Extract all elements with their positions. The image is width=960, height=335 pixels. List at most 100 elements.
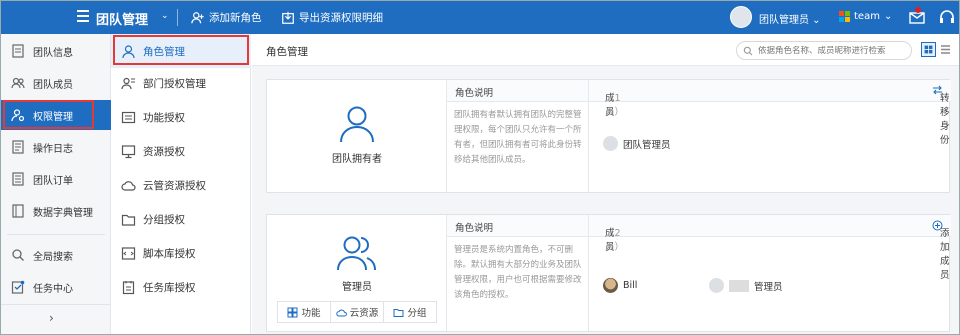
left-sidebar: 团队信息 团队成员 权限管理 操作日志 团队订单 数据字典管理 全局搜索 任务中… — [1, 34, 111, 334]
subnav-item-label: 资源授权 — [143, 145, 185, 158]
grid-icon — [287, 307, 298, 317]
divider — [1, 304, 111, 305]
sidebar-item-permission-management[interactable]: 权限管理 — [1, 100, 111, 130]
sidebar-item-label: 数据字典管理 — [33, 207, 93, 219]
role-name: 团队拥有者 — [332, 154, 382, 165]
subnav-item-label: 分组授权 — [143, 213, 185, 226]
app-window: 团队管理 ⌄ 添加新角色 导出资源权限明细 团队管理员 ⌄ team ⌄ 团队信息… — [0, 0, 960, 335]
export-label: 导出资源权限明细 — [299, 12, 383, 24]
book-icon — [12, 204, 24, 218]
function-button[interactable]: 功能 — [278, 302, 331, 322]
user-name: 团队管理员 — [759, 15, 809, 26]
list-view-icon[interactable] — [938, 42, 953, 57]
members-count: （1人） — [605, 93, 625, 118]
subnav-item-label: 角色管理 — [143, 45, 185, 58]
monitor-icon — [121, 144, 136, 158]
subnav-item-label: 功能授权 — [143, 111, 185, 124]
sidebar-item-operation-log[interactable]: 操作日志 — [1, 132, 111, 162]
search-icon — [12, 249, 24, 261]
page-title: 角色管理 — [266, 46, 308, 58]
description-text: 团队拥有者默认拥有团队的完整管理权限，每个团队只允许有一个所有者，但团队拥有者可… — [454, 110, 582, 165]
description-header-label: 角色说明 — [455, 88, 494, 99]
task-library-icon — [122, 280, 135, 294]
add-user-icon — [191, 11, 204, 23]
member-item[interactable]: Bill — [603, 278, 637, 293]
add-member-label: 添加成员 — [940, 228, 950, 281]
app-title[interactable]: 团队管理 — [96, 9, 148, 28]
grid-view-icon[interactable] — [921, 42, 936, 57]
subnav-item-function-auth[interactable]: 功能授权 — [111, 100, 251, 134]
member-item[interactable]: 管理员 — [709, 278, 783, 293]
member-name: 管理员 — [754, 281, 783, 293]
divider — [7, 234, 105, 235]
team-name: team — [854, 11, 880, 22]
sidebar-item-global-search[interactable]: 全局搜索 — [1, 240, 111, 270]
role-members: 成员 （2人） 添加成员 Bill 管理员 — [589, 215, 951, 331]
hamburger-menu-icon[interactable] — [77, 10, 89, 22]
add-role-button[interactable]: 添加新角色 — [191, 10, 262, 25]
sidebar-item-label: 团队成员 — [33, 79, 73, 91]
subnav-item-group-auth[interactable]: 分组授权 — [111, 202, 251, 236]
notification-dot — [915, 7, 921, 13]
add-member-button[interactable]: 添加成员 — [932, 220, 950, 281]
role-members: 成员 （1人） 转移身份 团队管理员 — [589, 80, 951, 192]
subnav-item-label: 部门授权管理 — [143, 77, 206, 90]
sidebar-item-label: 任务中心 — [33, 283, 73, 295]
description-header-label: 角色说明 — [455, 223, 494, 234]
sidebar-item-label: 全局搜索 — [33, 251, 73, 263]
folder-icon — [121, 214, 136, 226]
role-summary: 团队拥有者 — [267, 80, 447, 192]
function-button-label: 功能 — [301, 308, 321, 319]
windows-logo-icon — [839, 11, 850, 22]
transfer-ownership-label: 转移身份 — [940, 93, 950, 146]
cloud-resource-button-label: 云资源 — [349, 308, 379, 319]
chevron-right-icon[interactable]: › — [49, 311, 54, 325]
sidebar-item-label: 团队订单 — [33, 175, 73, 187]
headset-icon[interactable] — [939, 9, 955, 25]
sidebar-item-team-orders[interactable]: 团队订单 — [1, 164, 111, 194]
member-item[interactable]: 团队管理员 — [603, 136, 671, 151]
role-name: 管理员 — [342, 282, 372, 293]
subnav-item-label: 任务库授权 — [143, 281, 196, 294]
search-box[interactable] — [736, 41, 912, 60]
sidebar-item-task-center[interactable]: 任务中心 — [1, 272, 111, 302]
chevron-down-icon[interactable]: ⌄ — [161, 11, 169, 21]
users-icon — [11, 77, 25, 89]
subnav-item-cloud-resource-auth[interactable]: 云管资源授权 — [111, 168, 251, 202]
transfer-ownership-button[interactable]: 转移身份 — [932, 85, 950, 146]
search-input[interactable] — [758, 45, 908, 56]
cloud-icon — [121, 180, 136, 191]
group-button-label: 分组 — [407, 308, 427, 319]
role-action-buttons: 功能 云资源 分组 — [277, 301, 437, 323]
subnav-item-script-library-auth[interactable]: 脚本库授权 — [111, 236, 251, 270]
sidebar-item-label: 团队信息 — [33, 47, 73, 59]
sidebar-item-data-dictionary[interactable]: 数据字典管理 — [1, 196, 111, 226]
cloud-resource-button[interactable]: 云资源 — [331, 302, 384, 322]
user-menu[interactable]: 团队管理员 ⌄ — [759, 11, 821, 26]
description-text: 管理员是系统内置角色，不可删除。默认拥有大部分的业务及团队管理权限，用户也可根据… — [454, 245, 582, 300]
subnav-item-resource-auth[interactable]: 资源授权 — [111, 134, 251, 168]
subnav-item-department-auth[interactable]: 部门授权管理 — [111, 66, 251, 100]
members-header: 成员 （1人） 转移身份 — [589, 80, 951, 146]
add-role-label: 添加新角色 — [209, 12, 262, 24]
main-content: 角色管理 团队拥有者 角色说明 团队拥有者默认拥有团队的完整管理权限，每个团队只… — [252, 34, 959, 334]
divider — [177, 9, 178, 26]
user-gear-icon — [11, 109, 25, 122]
export-button[interactable]: 导出资源权限明细 — [281, 10, 383, 25]
sidebar-item-team-info[interactable]: 团队信息 — [1, 36, 111, 66]
sidebar-item-team-members[interactable]: 团队成员 — [1, 68, 111, 98]
group-button[interactable]: 分组 — [384, 302, 436, 322]
avatar — [603, 136, 618, 151]
team-switcher[interactable]: team ⌄ — [839, 11, 892, 22]
subnav-item-task-library-auth[interactable]: 任务库授权 — [111, 270, 251, 304]
role-summary: 管理员 功能 云资源 分组 — [267, 215, 447, 331]
subnav-item-role-management[interactable]: 角色管理 — [111, 34, 251, 68]
avatar[interactable] — [730, 6, 752, 28]
function-icon — [121, 111, 136, 123]
cloud-icon — [336, 309, 347, 316]
sidebar-item-label: 权限管理 — [33, 111, 73, 123]
description-header: 角色说明 — [447, 80, 588, 102]
user-icon — [122, 44, 135, 58]
subnav-item-label: 云管资源授权 — [143, 179, 206, 192]
order-icon — [12, 172, 24, 186]
